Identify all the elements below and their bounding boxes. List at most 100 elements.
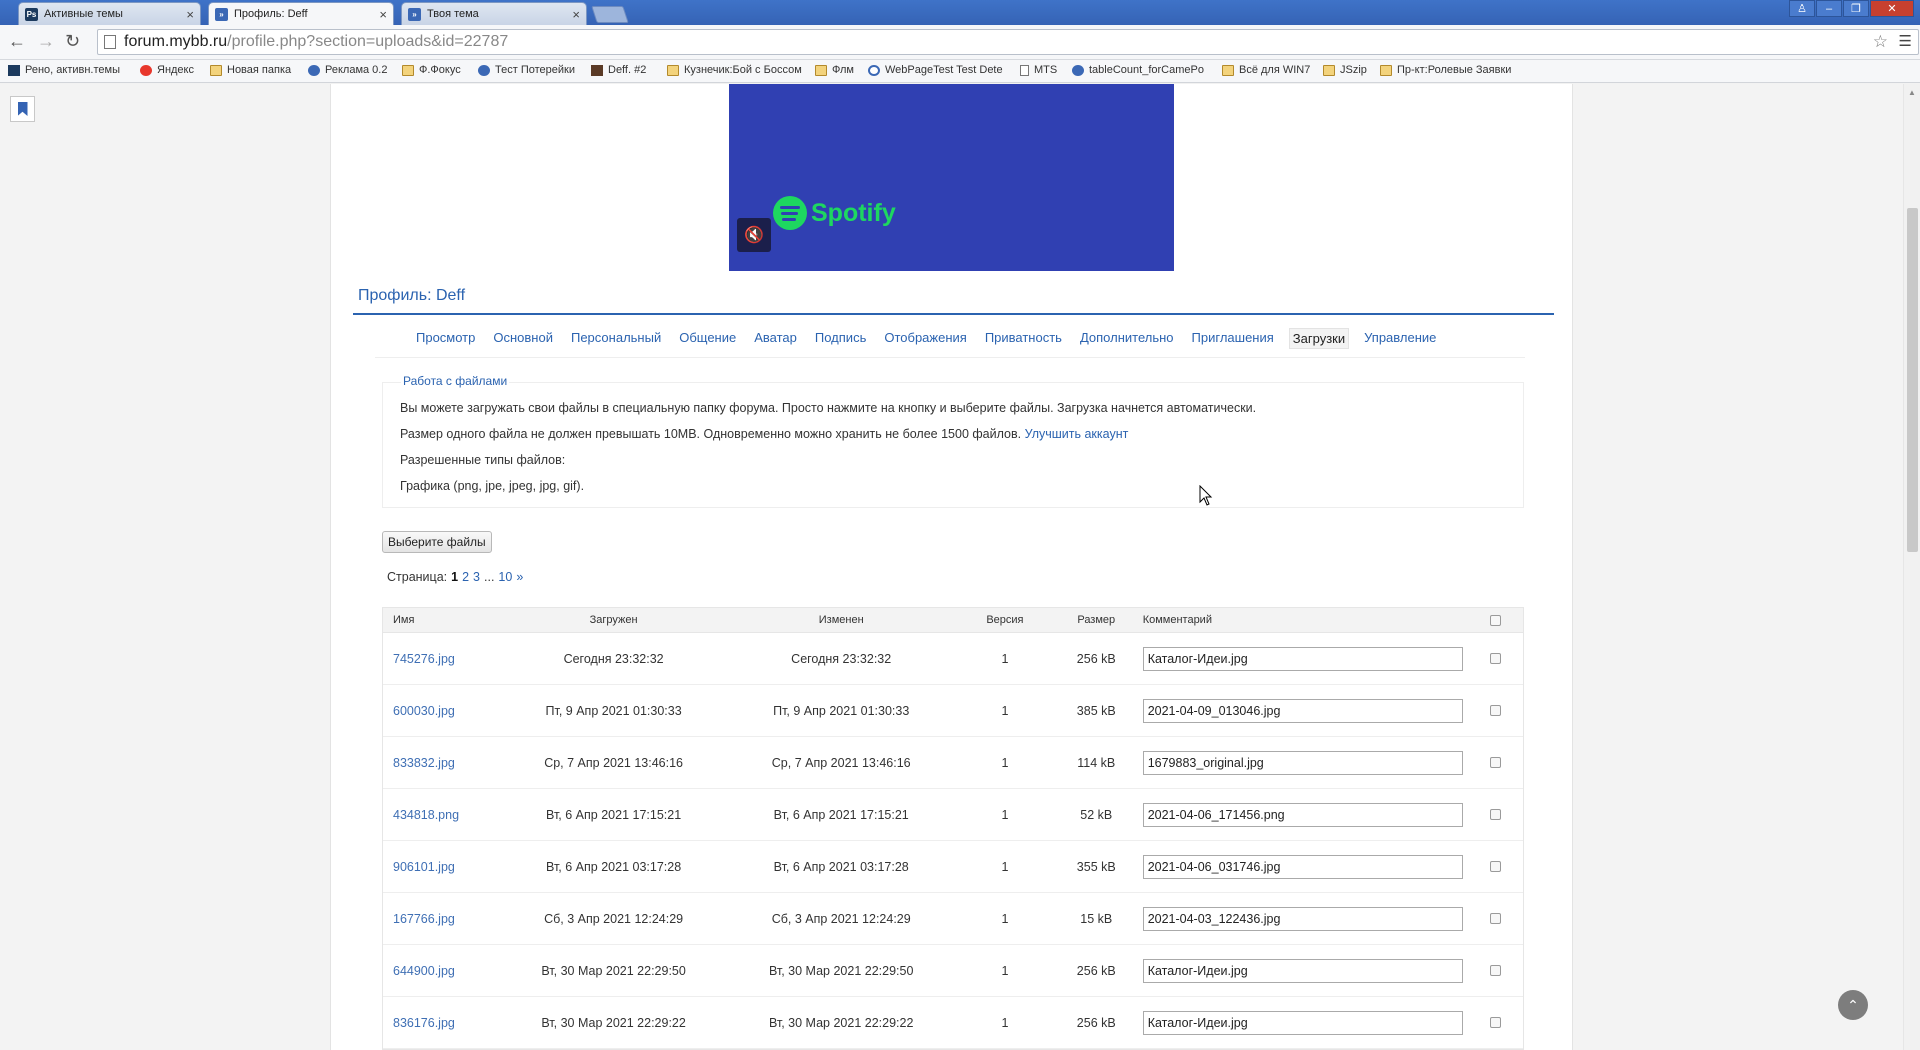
comment-field[interactable]: [1142, 802, 1463, 827]
bookmark-item[interactable]: Кузнечик:Бой с Боссом: [667, 64, 802, 76]
size-cell: 385 kB: [1076, 703, 1116, 718]
tab-invitations[interactable]: Приглашения: [1189, 328, 1277, 349]
header-uploaded[interactable]: Загружен: [500, 614, 728, 626]
side-bookmark-icon[interactable]: [10, 96, 35, 122]
forward-arrow-icon[interactable]: →: [37, 31, 55, 52]
minimize-button[interactable]: –: [1816, 0, 1842, 17]
mute-icon[interactable]: 🔇: [737, 218, 771, 252]
file-link[interactable]: 434818.png: [393, 808, 459, 822]
version-cell: 1: [1001, 963, 1009, 978]
vertical-scrollbar[interactable]: ▲: [1903, 84, 1920, 1050]
restore-button[interactable]: ❐: [1843, 0, 1869, 17]
row-checkbox[interactable]: [1489, 809, 1501, 820]
bookmark-item[interactable]: Deff. #2: [591, 64, 646, 76]
row-checkbox[interactable]: [1489, 913, 1501, 924]
reload-icon[interactable]: ↻: [65, 31, 80, 52]
comment-field[interactable]: [1142, 1010, 1463, 1035]
browser-tab-your-topic[interactable]: » Твоя тема ×: [401, 2, 587, 25]
file-link[interactable]: 167766.jpg: [393, 912, 455, 926]
header-modified[interactable]: Изменен: [727, 614, 955, 626]
file-link[interactable]: 600030.jpg: [393, 704, 455, 718]
row-checkbox[interactable]: [1489, 861, 1501, 872]
bookmark-item[interactable]: Реклама 0.2: [308, 64, 387, 76]
comment-field[interactable]: [1142, 646, 1463, 671]
row-checkbox[interactable]: [1489, 965, 1501, 976]
bookmark-item[interactable]: WebPageTest Test Dete: [868, 64, 1003, 76]
scrollbar-thumb[interactable]: [1907, 208, 1918, 552]
select-all-checkbox[interactable]: [1489, 614, 1501, 626]
browser-tab-profile[interactable]: » Профиль: Deff ×: [208, 2, 394, 25]
pager-current: 1: [451, 570, 459, 584]
close-icon[interactable]: ×: [572, 7, 580, 22]
pager-page-3[interactable]: 3: [473, 570, 480, 584]
back-arrow-icon[interactable]: ←: [8, 31, 26, 52]
tab-avatar[interactable]: Аватар: [751, 328, 800, 349]
bookmark-item[interactable]: Всё для WIN7: [1222, 64, 1310, 76]
bookmark-item[interactable]: Рено, активн.темы: [8, 64, 120, 76]
bookmark-item[interactable]: Яндекс: [140, 64, 194, 76]
file-link[interactable]: 833832.jpg: [393, 756, 455, 770]
pager-next[interactable]: »: [516, 570, 523, 584]
bookmark-item[interactable]: tableCount_forCamePo: [1072, 64, 1204, 76]
mybb-icon: »: [408, 7, 421, 21]
spotify-video-ad[interactable]: Spotify 🔇: [729, 84, 1174, 271]
tab-signature[interactable]: Подпись: [812, 328, 869, 349]
choose-files-button[interactable]: Выберите файлы: [382, 531, 492, 553]
bookmark-item[interactable]: Ф.Фокус: [402, 64, 461, 76]
comment-field[interactable]: [1142, 906, 1463, 931]
close-icon[interactable]: ×: [379, 7, 387, 22]
pagination: Страница: 1 2 3 ... 10 »: [387, 570, 523, 584]
spotify-icon: [773, 196, 807, 230]
user-icon[interactable]: ♙: [1789, 0, 1815, 17]
close-icon[interactable]: ×: [186, 7, 194, 22]
row-checkbox[interactable]: [1489, 653, 1501, 664]
info-line-types: Графика (png, jpe, jpeg, jpg, gif).: [400, 479, 585, 493]
header-comment[interactable]: Комментарий: [1138, 614, 1467, 626]
upgrade-account-link[interactable]: Улучшить аккаунт: [1025, 427, 1129, 441]
tab-uploads[interactable]: Загрузки: [1288, 328, 1350, 349]
browser-tab-active-topics[interactable]: Ps Активные темы ×: [18, 2, 201, 25]
tab-basic[interactable]: Основной: [490, 328, 556, 349]
tab-management[interactable]: Управление: [1361, 328, 1439, 349]
bookmark-item[interactable]: Флм: [815, 64, 854, 76]
size-cell: 114 kB: [1077, 755, 1116, 770]
file-link[interactable]: 836176.jpg: [393, 1016, 455, 1030]
file-link[interactable]: 644900.jpg: [393, 964, 455, 978]
bookmark-item[interactable]: JSzip: [1323, 64, 1367, 76]
pager-page-2[interactable]: 2: [462, 570, 469, 584]
tab-messaging[interactable]: Общение: [676, 328, 739, 349]
pager-page-last[interactable]: 10: [498, 570, 512, 584]
bookmark-star-icon[interactable]: ☆: [1873, 32, 1888, 52]
table-row: 434818.png Вт, 6 Апр 2021 17:15:21 Вт, 6…: [383, 789, 1523, 841]
comment-field[interactable]: [1142, 854, 1463, 879]
bookmark-item[interactable]: MTS: [1020, 64, 1057, 76]
file-link[interactable]: 745276.jpg: [393, 652, 455, 666]
tab-display[interactable]: Отображения: [881, 328, 969, 349]
window-controls: ♙ – ❐ ✕: [1788, 0, 1914, 18]
header-size[interactable]: Размер: [1055, 614, 1138, 626]
comment-field[interactable]: [1142, 750, 1463, 775]
bookmark-item[interactable]: Новая папка: [210, 64, 291, 76]
new-tab-button[interactable]: [591, 6, 629, 23]
address-bar[interactable]: forum.mybb.ru/profile.php?section=upload…: [97, 29, 1919, 55]
row-checkbox[interactable]: [1489, 757, 1501, 768]
bookmark-item[interactable]: Пр-кт:Ролевые Заявки: [1380, 64, 1511, 76]
row-checkbox[interactable]: [1489, 705, 1501, 716]
tab-personal[interactable]: Персональный: [568, 328, 664, 349]
comment-field[interactable]: [1142, 958, 1463, 983]
comment-field[interactable]: [1142, 698, 1463, 723]
row-checkbox[interactable]: [1489, 1017, 1501, 1028]
header-version[interactable]: Версия: [955, 614, 1055, 626]
close-window-button[interactable]: ✕: [1870, 0, 1914, 17]
bookmark-item[interactable]: Тест Потерейки: [478, 64, 575, 76]
scroll-up-arrow-icon[interactable]: ▲: [1908, 88, 1916, 97]
tab-additional[interactable]: Дополнительно: [1077, 328, 1177, 349]
file-link[interactable]: 906101.jpg: [393, 860, 455, 874]
uploaded-cell: Вт, 6 Апр 2021 03:17:28: [546, 859, 682, 874]
tabs-divider: [375, 357, 1525, 358]
scroll-to-top-button[interactable]: ⌃: [1838, 990, 1868, 1020]
menu-icon[interactable]: ☰: [1899, 32, 1912, 50]
header-name[interactable]: Имя: [383, 614, 500, 626]
tab-view[interactable]: Просмотр: [413, 328, 478, 349]
tab-privacy[interactable]: Приватность: [982, 328, 1065, 349]
